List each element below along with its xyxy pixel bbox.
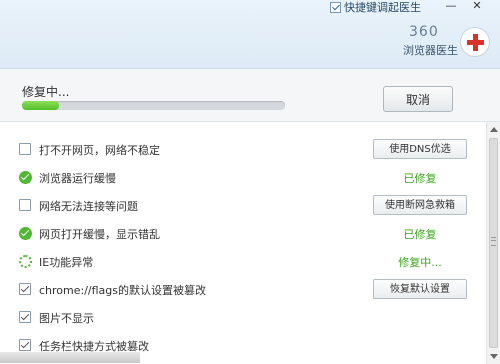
shortcut-label: 快捷键调起医生 xyxy=(344,1,421,14)
grip-icon xyxy=(491,237,496,246)
list-item: chrome://flags的默认设置被篡改 恢复默认设置 xyxy=(0,275,486,303)
checkbox-icon[interactable] xyxy=(19,199,31,211)
minimize-button[interactable]: — xyxy=(440,0,462,14)
item-action-button[interactable]: 使用断网急救箱 xyxy=(373,195,467,215)
list-item: 图片不显示 xyxy=(0,303,486,331)
check-circle-icon xyxy=(19,171,32,184)
check-circle-icon xyxy=(19,227,32,240)
item-label: 浏览器运行缓慢 xyxy=(39,172,116,185)
item-label: chrome://flags的默认设置被篡改 xyxy=(39,284,207,297)
doctor-cross-icon xyxy=(460,27,490,57)
item-label: IE功能异常 xyxy=(39,256,94,269)
taskbar-strip xyxy=(0,352,140,363)
list-item: 打不开网页，网络不稳定 使用DNS优选 xyxy=(0,135,486,163)
scroll-thumb[interactable] xyxy=(489,138,498,348)
item-action-button[interactable]: 使用DNS优选 xyxy=(373,139,467,159)
list-item: IE功能异常 修复中... xyxy=(0,247,486,275)
list-item: 网络无法连接等问题 使用断网急救箱 xyxy=(0,191,486,219)
scroll-up-arrow-icon[interactable] xyxy=(490,127,498,132)
progress-status: 修复中... xyxy=(22,85,70,99)
shortcut-checkbox[interactable] xyxy=(330,1,341,13)
list-item: 浏览器运行缓慢 已修复 xyxy=(0,163,486,191)
item-status: 修复中... xyxy=(398,256,442,269)
list-item: 网页打开缓慢，显示错乱 已修复 xyxy=(0,219,486,247)
checkbox-icon[interactable] xyxy=(19,143,31,155)
checked-checkbox-icon[interactable] xyxy=(19,283,31,295)
scroll-down-arrow-icon[interactable] xyxy=(490,354,498,359)
checked-checkbox-icon[interactable] xyxy=(19,311,31,323)
item-label: 图片不显示 xyxy=(39,312,94,325)
spinner-icon xyxy=(19,255,32,268)
item-label: 网络无法连接等问题 xyxy=(39,200,138,213)
progress-bar xyxy=(22,101,285,110)
brand-number: 360 xyxy=(409,24,439,40)
cancel-button[interactable]: 取消 xyxy=(383,86,453,112)
item-status: 已修复 xyxy=(403,228,437,241)
shortcut-toggle[interactable]: 快捷键调起医生 xyxy=(330,0,421,14)
item-label: 打不开网页，网络不稳定 xyxy=(39,144,160,157)
close-button[interactable]: ✕ xyxy=(466,0,488,14)
scrollbar[interactable] xyxy=(486,122,500,364)
header: 快捷键调起医生 — ✕ 360 浏览器医生 xyxy=(0,0,500,69)
progress-panel: 修复中... 取消 xyxy=(0,69,500,121)
item-label: 网页打开缓慢，显示错乱 xyxy=(39,228,160,241)
issue-list-body: 打不开网页，网络不稳定 使用DNS优选 浏览器运行缓慢 已修复 网络无法连接等问题 使用断… xyxy=(0,122,486,364)
item-action-button[interactable]: 恢复默认设置 xyxy=(373,279,467,299)
item-status: 已修复 xyxy=(403,172,437,185)
brand-name: 浏览器医生 xyxy=(403,44,458,57)
progress-fill xyxy=(22,101,59,110)
issue-list: 打不开网页，网络不稳定 使用DNS优选 浏览器运行缓慢 已修复 网络无法连接等问题 使用断… xyxy=(0,121,500,364)
checked-checkbox-icon[interactable] xyxy=(19,339,31,351)
